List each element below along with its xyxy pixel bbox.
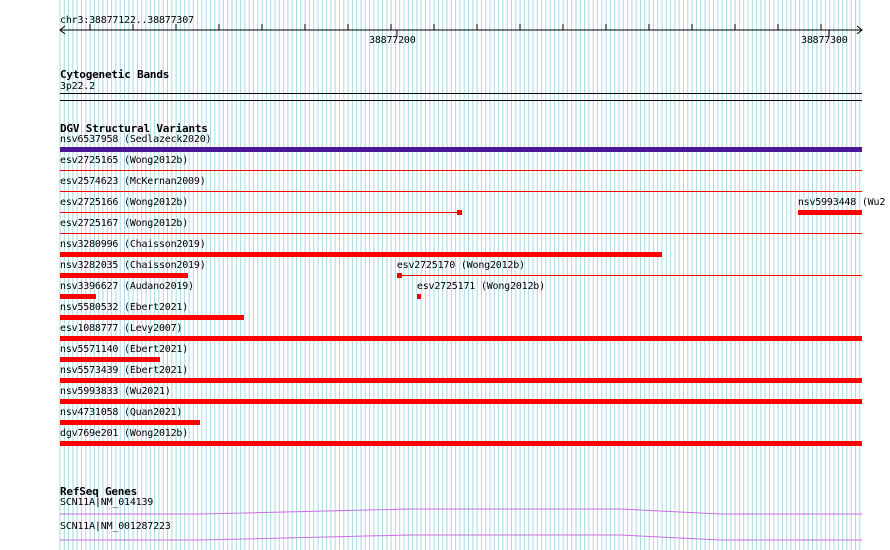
variant-feature[interactable] bbox=[60, 294, 97, 299]
variant-label[interactable]: nsv6537958 (Sedlazeck2020) bbox=[60, 134, 212, 146]
variant-label[interactable]: nsv5993833 (Wu2021) bbox=[60, 386, 171, 398]
variant-feature[interactable] bbox=[60, 233, 862, 234]
variant-feature-marker[interactable] bbox=[457, 210, 462, 215]
variant-feature[interactable] bbox=[60, 147, 862, 152]
variant-feature[interactable] bbox=[60, 252, 662, 257]
variant-label[interactable]: esv2725166 (Wong2012b) bbox=[60, 197, 188, 209]
track-title-cytogenetic-bands[interactable]: Cytogenetic Bands bbox=[60, 68, 169, 81]
variant-label[interactable]: nsv5580532 (Ebert2021) bbox=[60, 302, 188, 314]
genome-browser-view: chr3:38877122..38877307 38877200 3887730… bbox=[0, 0, 890, 550]
variant-feature[interactable] bbox=[60, 420, 201, 425]
ruler bbox=[59, 24, 863, 36]
variant-label[interactable]: nsv5571140 (Ebert2021) bbox=[60, 344, 188, 356]
variant-label[interactable]: esv2725171 (Wong2012b) bbox=[417, 281, 545, 293]
variant-feature[interactable] bbox=[60, 336, 862, 341]
gene-model[interactable] bbox=[0, 532, 890, 544]
ruler-tick-label: 38877300 bbox=[801, 35, 848, 46]
variant-label[interactable]: nsv3396627 (Audano2019) bbox=[60, 281, 194, 293]
variant-label[interactable]: nsv5993448 (Wu2 bbox=[798, 197, 886, 209]
variant-feature[interactable] bbox=[60, 315, 245, 320]
track-separator bbox=[60, 100, 862, 101]
variant-feature[interactable] bbox=[60, 212, 461, 213]
variant-feature[interactable] bbox=[416, 294, 421, 299]
variant-label[interactable]: esv2725165 (Wong2012b) bbox=[60, 155, 188, 167]
variant-label[interactable]: esv2725170 (Wong2012b) bbox=[397, 260, 525, 272]
variant-label[interactable]: esv2725167 (Wong2012b) bbox=[60, 218, 188, 230]
variant-label[interactable]: nsv3280996 (Chaisson2019) bbox=[60, 239, 206, 251]
variant-feature[interactable] bbox=[60, 399, 862, 404]
cyto-band-label[interactable]: 3p22.2 bbox=[60, 81, 95, 93]
variant-label[interactable]: esv2574623 (McKernan2009) bbox=[60, 176, 206, 188]
variant-label[interactable]: dgv769e201 (Wong2012b) bbox=[60, 428, 188, 440]
variant-feature[interactable] bbox=[60, 170, 862, 171]
variant-feature[interactable] bbox=[60, 357, 161, 362]
variant-label[interactable]: nsv3282035 (Chaisson2019) bbox=[60, 260, 206, 272]
variant-feature[interactable] bbox=[797, 210, 862, 215]
cyto-band[interactable] bbox=[60, 93, 862, 94]
variant-feature[interactable] bbox=[60, 378, 862, 383]
variant-feature[interactable] bbox=[60, 191, 862, 192]
variant-label[interactable]: esv1088777 (Levy2007) bbox=[60, 323, 182, 335]
variant-label[interactable]: nsv4731058 (Quan2021) bbox=[60, 407, 182, 419]
variant-feature[interactable] bbox=[396, 275, 862, 276]
variant-feature[interactable] bbox=[60, 273, 189, 278]
gene-model[interactable] bbox=[0, 506, 890, 518]
variant-label[interactable]: nsv5573439 (Ebert2021) bbox=[60, 365, 188, 377]
variant-feature-marker[interactable] bbox=[396, 273, 402, 278]
variant-feature[interactable] bbox=[60, 441, 862, 446]
ruler-tick-label: 38877200 bbox=[369, 35, 416, 46]
